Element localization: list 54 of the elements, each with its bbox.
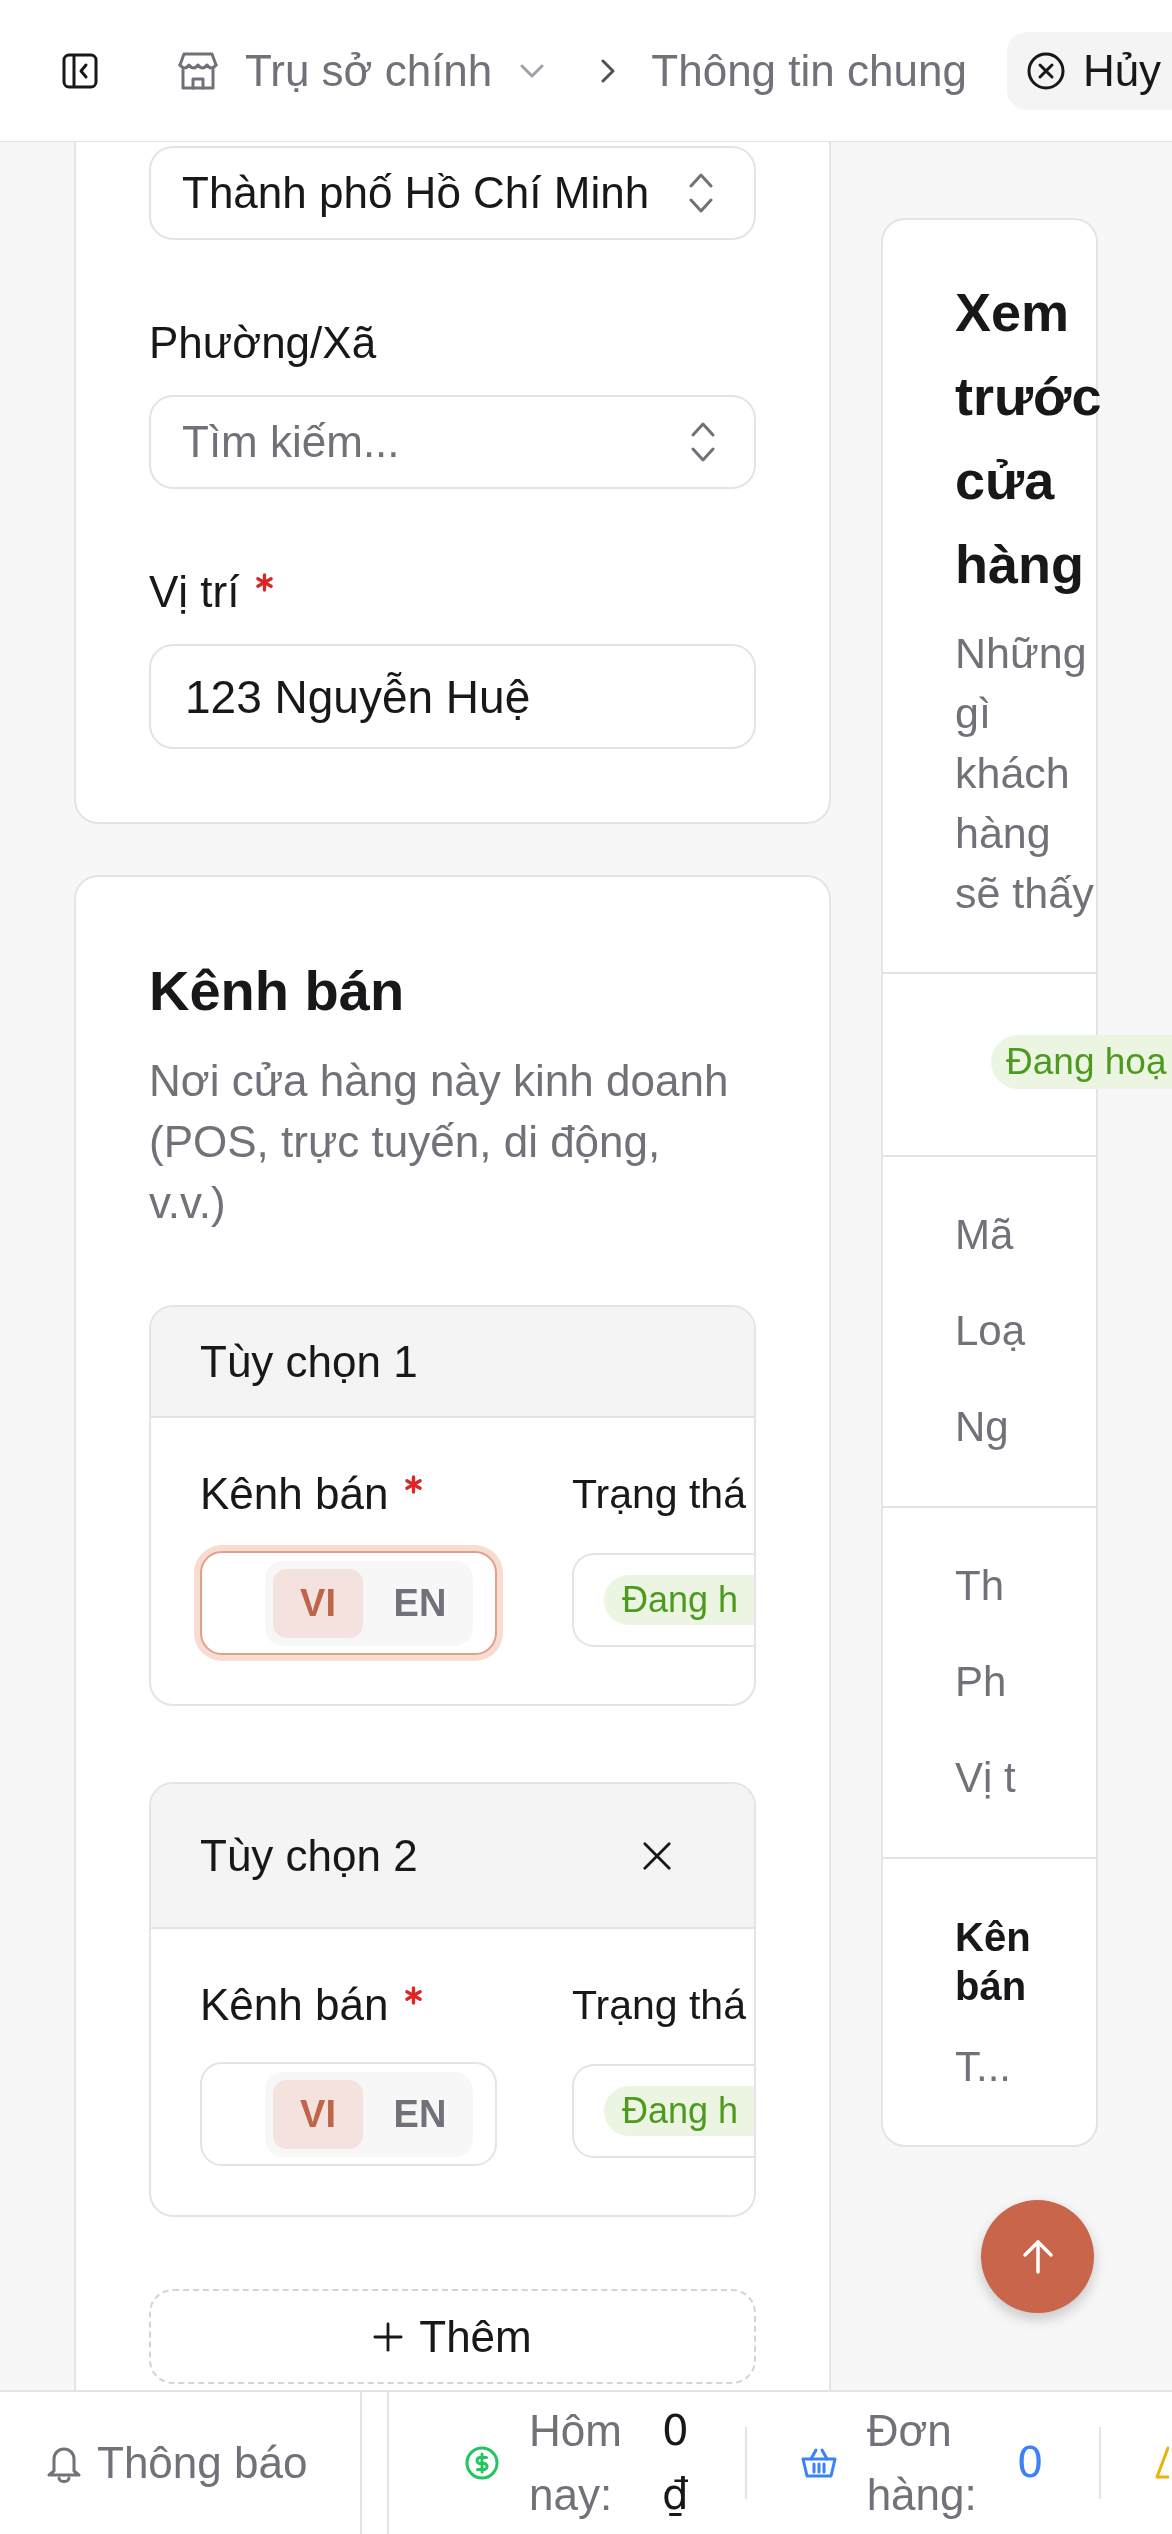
stat-label: Hôm nay: <box>529 2405 622 2521</box>
plus-icon <box>373 2321 404 2352</box>
language-tab[interactable]: VI <box>273 1568 363 1638</box>
language-tab[interactable]: VI <box>273 2079 363 2149</box>
row-label: Mã <box>955 1210 1014 1260</box>
stat-label: Đơn hàng: <box>866 2405 977 2521</box>
status-badge: Đang h <box>604 1575 754 1625</box>
field-label: Kênh bán <box>200 1979 389 2031</box>
cancel-button[interactable]: Hủy <box>1006 31 1172 110</box>
preview-title: Xem trước cửa hàng <box>955 281 1102 596</box>
chevron-down-icon <box>520 63 545 78</box>
field-label: Vị trí <box>149 566 240 618</box>
location-dropdown[interactable]: Trụ sở chính <box>178 43 545 98</box>
channel-input[interactable]: VI EN <box>200 2062 497 2166</box>
stat-value: 0 ₫ <box>661 2405 689 2521</box>
section-description: Nơi cửa hàng này kinh doanh (POS, trực tuyến, di động, v.v.) <box>149 1055 730 1229</box>
notifications-button[interactable]: Thông báo <box>46 2438 308 2488</box>
close-icon <box>641 1840 672 1871</box>
row-label: Ph <box>955 1657 1007 1707</box>
dollar-circle-icon <box>465 2446 499 2480</box>
row-heading: Kên bán <box>955 1914 1031 2010</box>
chevron-updown-icon <box>689 173 713 213</box>
row-label: Ng <box>955 1402 1009 1452</box>
close-circle-icon <box>1026 51 1065 90</box>
add-button[interactable]: Thêm <box>149 2289 756 2384</box>
ward-select[interactable]: Tìm kiếm... <box>149 395 756 489</box>
breadcrumb-current: Thông tin chung <box>651 44 967 97</box>
row-label: Th <box>955 1561 1004 1611</box>
store-icon <box>178 51 218 90</box>
scroll-top-button[interactable] <box>981 2200 1094 2313</box>
option-title: Tùy chọn 1 <box>200 1336 418 1388</box>
language-tab[interactable]: EN <box>375 2079 465 2149</box>
status-badge: Đang hoạ <box>991 1035 1172 1089</box>
field-label: Trạng thá <box>572 1470 747 1519</box>
field-label: Trạng thá <box>572 1981 747 2030</box>
field-label: Kênh bán <box>200 1468 389 1520</box>
stat-value: 0 <box>1016 2437 1044 2489</box>
city-select[interactable]: Thành phố Hồ Chí Minh <box>149 146 756 240</box>
field-label: Phường/Xã <box>149 317 377 369</box>
status-badge: Đang h <box>604 2086 754 2136</box>
section-title: Kênh bán <box>149 958 406 1024</box>
address-input[interactable]: 123 Nguyễn Huệ <box>149 644 756 749</box>
basket-icon <box>800 2447 837 2479</box>
language-tab[interactable]: EN <box>375 1568 465 1638</box>
chevron-right-icon <box>601 58 616 83</box>
row-label: T... <box>955 2042 1011 2092</box>
warning-icon <box>1155 2446 1170 2480</box>
sidebar-toggle-icon[interactable] <box>62 52 98 89</box>
preview-subtitle: Những gì khách hàng sẽ thấy <box>955 628 1095 919</box>
row-label: Loạ <box>955 1306 1026 1356</box>
status-select[interactable]: Đang h <box>572 2064 754 2158</box>
status-select[interactable]: Đang h <box>572 1553 754 1647</box>
row-label: Vị t <box>955 1753 1016 1803</box>
option-title: Tùy chọn 2 <box>200 1830 418 1882</box>
